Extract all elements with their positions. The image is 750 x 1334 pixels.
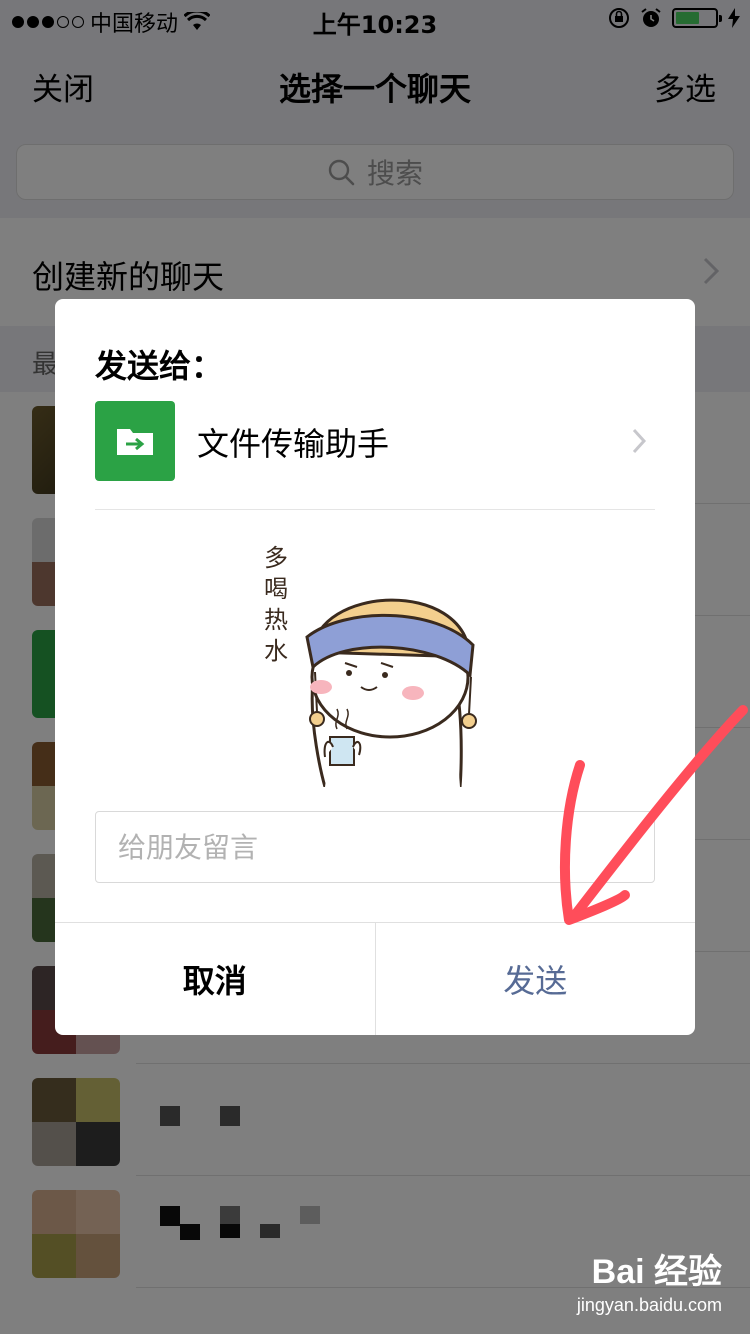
watermark-url: jingyan.baidu.com [576, 1295, 722, 1315]
sticker-character-illustration [305, 598, 477, 787]
dialog-title: 发送给： [95, 347, 224, 385]
recipient-row[interactable]: 文件传输助手 [95, 401, 655, 481]
recipient-name: 文件传输助手 [197, 425, 390, 463]
file-transfer-icon [95, 401, 175, 481]
divider [95, 509, 655, 510]
cancel-button[interactable]: 取消 [55, 923, 376, 1035]
annotation-arrow-icon [559, 705, 748, 925]
watermark-logo: Bai 经验 [591, 1253, 722, 1291]
sticker-image: 多喝热水 [245, 537, 505, 787]
chevron-right-icon [632, 428, 647, 454]
watermark: Bai 经验 jingyan.baidu.com [577, 1244, 722, 1316]
